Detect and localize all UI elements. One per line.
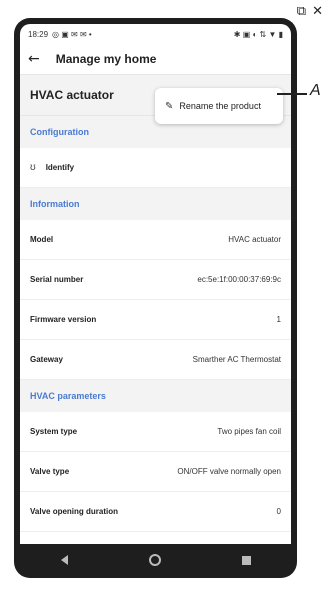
info-value: 1 bbox=[276, 315, 281, 324]
system-icons: ✱ ▣ ◐ ⇅ ▼ ▮ bbox=[233, 29, 283, 39]
hvac-label: System type bbox=[30, 427, 78, 436]
info-value: Smarther AC Thermostat bbox=[192, 355, 281, 364]
annotation-line bbox=[277, 93, 307, 95]
rename-product-label: Rename the product bbox=[179, 101, 261, 111]
info-label: Model bbox=[30, 235, 54, 244]
status-time: 18:29 bbox=[28, 29, 49, 39]
info-label: Firmware version bbox=[30, 315, 97, 324]
hvac-row[interactable]: Valve opening duration 0 bbox=[20, 492, 291, 532]
hvac-label: Valve opening duration bbox=[30, 507, 119, 516]
identify-row[interactable]: ʊ Identify bbox=[20, 148, 291, 188]
status-bar: 18:29 ◎ ▣ ✉ ✉ • ✱ ▣ ◐ ⇅ ▼ ▮ bbox=[20, 24, 291, 44]
info-value: HVAC actuator bbox=[228, 235, 281, 244]
hvac-value: Two pipes fan coil bbox=[217, 427, 281, 436]
rename-product-menu[interactable]: ✎ Rename the product bbox=[155, 88, 283, 124]
info-row: Model HVAC actuator bbox=[20, 220, 291, 260]
annotation-label: A bbox=[310, 82, 321, 99]
android-nav-bar bbox=[20, 546, 291, 574]
hvac-value: ON/OFF valve normally open bbox=[177, 467, 281, 476]
info-row: Serial number ec:5e:1f:00:00:37:69:9c bbox=[20, 260, 291, 300]
nav-home-icon[interactable] bbox=[148, 554, 161, 566]
identify-label: Identify bbox=[45, 163, 75, 172]
back-arrow-icon[interactable]: ← bbox=[28, 51, 40, 67]
hvac-row[interactable]: System type Two pipes fan coil bbox=[20, 412, 291, 452]
info-row: Gateway Smarther AC Thermostat bbox=[20, 340, 291, 380]
phone-frame: 18:29 ◎ ▣ ✉ ✉ • ✱ ▣ ◐ ⇅ ▼ ▮ ← Manage my … bbox=[14, 18, 297, 578]
close-icon[interactable]: ✕ bbox=[312, 4, 323, 19]
info-label: Serial number bbox=[30, 275, 84, 284]
info-row: Firmware version 1 bbox=[20, 300, 291, 340]
pencil-icon: ✎ bbox=[165, 100, 174, 112]
hvac-row[interactable]: Valve type ON/OFF valve normally open bbox=[20, 452, 291, 492]
product-name: HVAC actuator bbox=[30, 88, 114, 102]
notification-icons: ◎ ▣ ✉ ✉ • bbox=[52, 29, 92, 39]
identify-icon: ʊ bbox=[30, 162, 36, 173]
window-controls: ⧉ ✕ bbox=[297, 4, 323, 19]
hvac-value: 0 bbox=[276, 507, 281, 516]
page-title: Manage my home bbox=[55, 52, 157, 66]
app-bar: ← Manage my home bbox=[20, 44, 291, 74]
section-hvac-parameters: HVAC parameters bbox=[20, 380, 291, 412]
info-label: Gateway bbox=[30, 355, 63, 364]
phone-screen: 18:29 ◎ ▣ ✉ ✉ • ✱ ▣ ◐ ⇅ ▼ ▮ ← Manage my … bbox=[20, 24, 291, 544]
nav-recents-icon[interactable] bbox=[241, 555, 251, 565]
hvac-label: Valve type bbox=[30, 467, 70, 476]
section-information: Information bbox=[20, 188, 291, 220]
info-value: ec:5e:1f:00:00:37:69:9c bbox=[197, 275, 281, 284]
nav-back-icon[interactable] bbox=[60, 555, 68, 565]
restore-icon[interactable]: ⧉ bbox=[297, 4, 306, 19]
